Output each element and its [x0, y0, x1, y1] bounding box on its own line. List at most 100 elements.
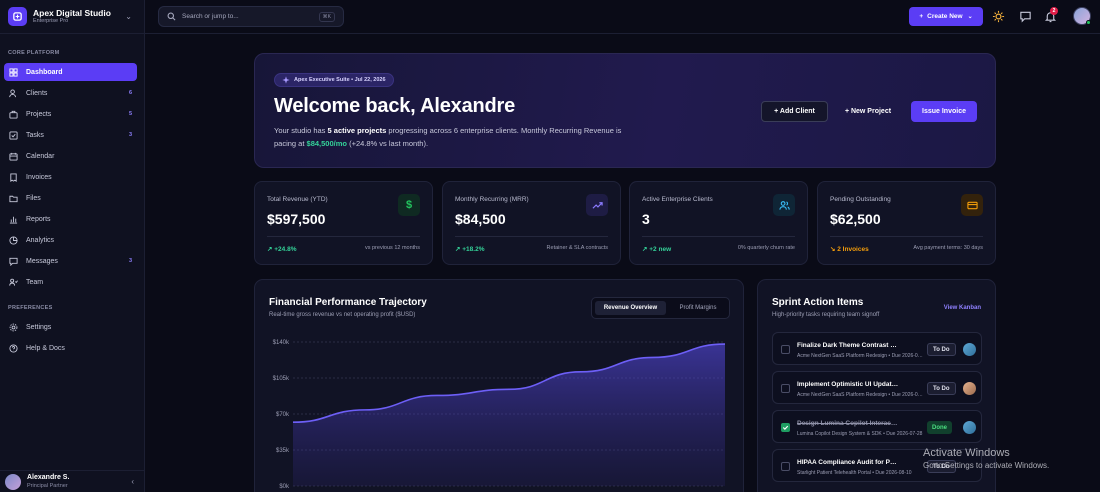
welcome-hero: Apex Executive Suite • Jul 22, 2026 Welc… [254, 53, 996, 168]
divider [267, 236, 420, 237]
avatar [963, 421, 976, 434]
sparkle-icon [282, 76, 290, 84]
sidebar-item-help[interactable]: Help & Docs [4, 339, 137, 357]
sidebar: Apex Digital Studio Enterprise Pro ⌄ COR… [0, 0, 145, 492]
kpi-note: Retainer & SLA contracts [546, 245, 608, 251]
briefcase-icon [9, 110, 18, 119]
y-tick-label: $140k [273, 340, 290, 346]
sidebar-item-label: Files [26, 194, 41, 202]
avatar [5, 473, 21, 490]
panel-subtitle: High-priority tasks requiring team signo… [772, 312, 880, 318]
sidebar-item-files[interactable]: Files [4, 189, 137, 207]
sidebar-item-team[interactable]: Team [4, 273, 137, 291]
sidebar-item-invoices[interactable]: Invoices [4, 168, 137, 186]
sidebar-badge: 5 [128, 111, 132, 117]
kpi-value: $84,500 [455, 211, 506, 227]
create-new-label: Create New [927, 13, 963, 20]
users-icon [773, 194, 795, 216]
kpi-change: ↗ +24.8% [267, 246, 297, 253]
user-name: Alexandre S. [27, 474, 70, 481]
watermark-line-2: Go to Settings to activate Windows. [923, 461, 1050, 470]
y-tick-label: $105k [273, 376, 290, 382]
checkbox-icon [9, 130, 18, 140]
create-new-button[interactable]: + Create New ⌄ [909, 7, 983, 26]
message-icon [9, 257, 18, 266]
collapse-sidebar-icon[interactable]: ‹ [131, 477, 134, 486]
status-badge: To Do [927, 382, 956, 395]
sidebar-badge: 3 [128, 258, 132, 264]
bar-chart-icon [9, 216, 18, 224]
sidebar-badge: 3 [128, 132, 132, 138]
hero-description: Your studio has 5 active projects progre… [274, 126, 622, 148]
list-item[interactable]: Implement Optimistic UI Updates in Dashb… [772, 371, 982, 404]
sidebar-item-clients[interactable]: Clients 6 [4, 84, 137, 102]
section-label-core: CORE PLATFORM [8, 50, 60, 56]
sidebar-item-projects[interactable]: Projects 5 [4, 105, 137, 123]
dollar-icon: $ [398, 194, 420, 216]
new-project-button[interactable]: + New Project [837, 101, 899, 122]
kpi-value: 3 [642, 211, 650, 227]
divider [642, 236, 795, 237]
search-icon [167, 12, 176, 21]
page-title: Welcome back, Alexandre [274, 95, 516, 117]
notification-badge: 2 [1050, 7, 1058, 15]
watermark-line-1: Activate Windows [923, 447, 1010, 459]
users-icon [9, 88, 16, 97]
chat-icon[interactable] [1019, 10, 1032, 23]
list-item[interactable]: Design Lumina Copilot Interactive Protot… [772, 410, 982, 443]
kpi-note: Avg payment terms: 30 days [913, 245, 983, 251]
sidebar-item-label: Invoices [26, 173, 52, 181]
sidebar-item-label: Messages [26, 257, 58, 265]
kpi-note: 0% quarterly churn rate [737, 245, 795, 251]
sidebar-item-calendar[interactable]: Calendar [4, 147, 137, 165]
sun-icon[interactable] [992, 10, 1005, 23]
sidebar-item-dashboard[interactable]: Dashboard [4, 63, 137, 81]
y-tick-label: $70k [276, 412, 290, 418]
topbar: Search or jump to... ⌘K + Create New ⌄ 2 [145, 0, 1100, 34]
view-kanban-link[interactable]: View Kanban [944, 305, 981, 311]
sidebar-item-label: Projects [26, 110, 52, 118]
current-user[interactable]: Alexandre S. Principal Partner ‹ [0, 470, 145, 492]
kpi-change: ↗ +2 new [642, 246, 672, 253]
task-checkbox[interactable] [781, 345, 790, 354]
financial-chart-panel: Financial Performance Trajectory Real-ti… [254, 279, 744, 492]
chevron-down-icon: ⌄ [125, 12, 132, 21]
gear-icon [9, 323, 18, 331]
sidebar-badge: 6 [128, 90, 132, 96]
avatar [963, 382, 976, 395]
kpi-value: $62,500 [830, 211, 881, 227]
search-shortcut: ⌘K [318, 11, 335, 22]
divider [830, 236, 983, 237]
kpi-title: Monthly Recurring (MRR) [455, 196, 529, 203]
status-badge: To Do [927, 343, 956, 356]
task-checkbox[interactable] [781, 384, 790, 393]
sidebar-item-label: Tasks [26, 131, 44, 139]
team-icon [9, 278, 18, 286]
task-checkbox[interactable] [781, 462, 790, 471]
suite-pill: Apex Executive Suite • Jul 22, 2026 [274, 73, 394, 87]
sidebar-item-label: Calendar [26, 152, 55, 160]
kpi-change: ↘ 2 Invoices [830, 246, 869, 253]
sidebar-item-label: Team [26, 278, 44, 286]
list-item[interactable]: Finalize Dark Theme Contrast Ratios for … [772, 332, 982, 365]
sidebar-item-tasks[interactable]: Tasks 3 [4, 126, 137, 144]
sidebar-item-label: Help & Docs [26, 344, 65, 352]
add-client-button[interactable]: + Add Client [761, 101, 828, 122]
task-checkbox[interactable] [781, 423, 790, 432]
issue-invoice-button[interactable]: Issue Invoice [911, 101, 977, 122]
kpi-change: ↗ +18.2% [455, 246, 485, 253]
sidebar-item-messages[interactable]: Messages 3 [4, 252, 137, 270]
search-input[interactable]: Search or jump to... ⌘K [158, 6, 344, 27]
task-meta: Acme NextGen SaaS Platform Redesign • Du… [797, 353, 925, 359]
sidebar-item-reports[interactable]: Reports [4, 210, 137, 228]
brand-logo [8, 7, 27, 26]
sidebar-item-settings[interactable]: Settings [4, 318, 137, 336]
sidebar-item-label: Dashboard [26, 68, 63, 76]
sidebar-item-analytics[interactable]: Analytics [4, 231, 137, 249]
analytics-icon [9, 235, 18, 245]
workspace-switcher[interactable]: Apex Digital Studio Enterprise Pro ⌄ [0, 0, 144, 34]
sidebar-item-label: Clients [26, 89, 48, 97]
search-placeholder: Search or jump to... [182, 13, 239, 20]
kpi-card-total-revenue: Total Revenue (YTD) $597,500 $ ↗ +24.8% … [254, 181, 433, 265]
workspace-name: Apex Digital Studio [33, 7, 111, 18]
